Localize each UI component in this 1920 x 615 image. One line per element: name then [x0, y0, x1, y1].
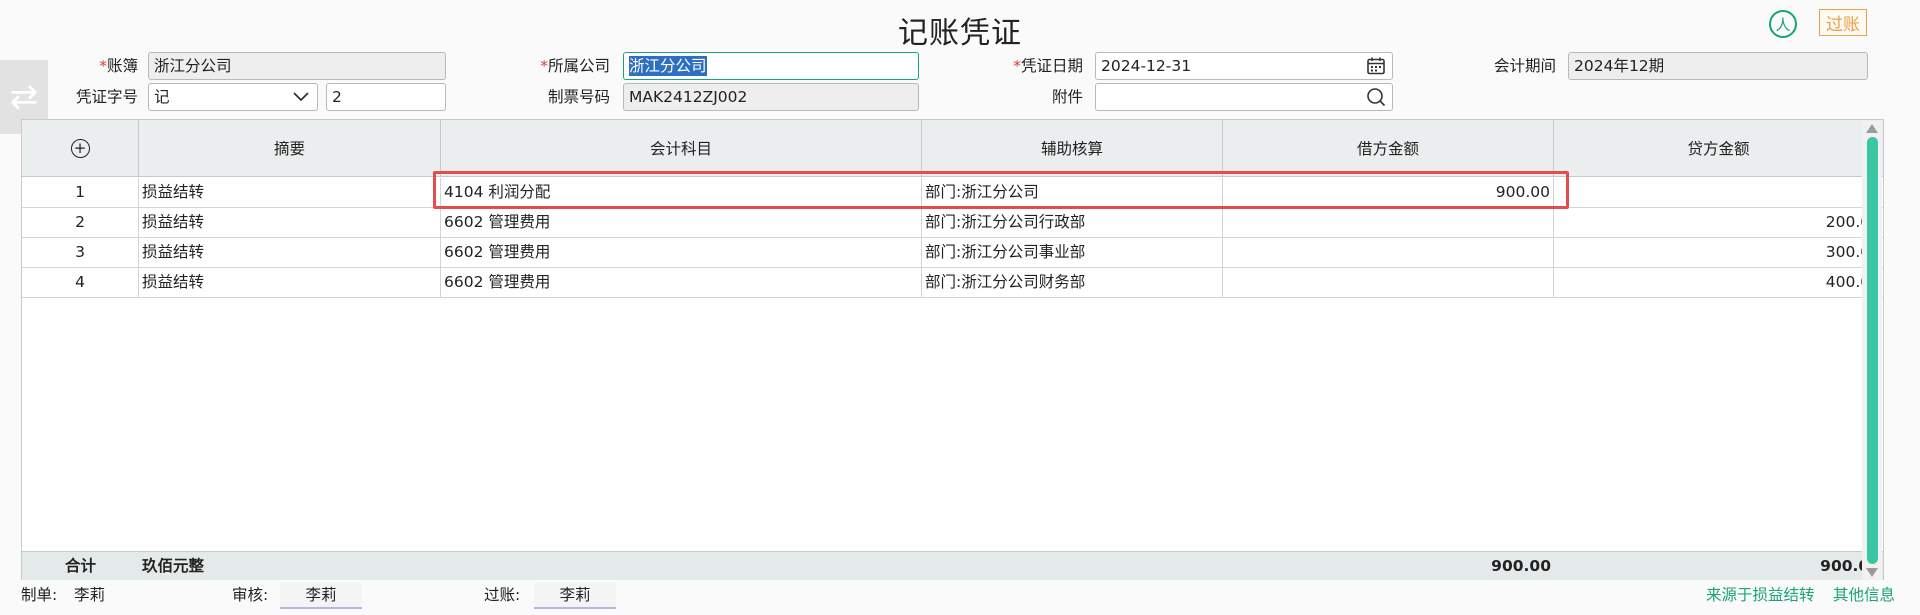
account-cell[interactable]: 6602 管理费用: [441, 208, 922, 238]
stamp-icon[interactable]: 人: [1769, 10, 1797, 38]
search-icon[interactable]: [1366, 87, 1386, 107]
maker-name: 李莉: [74, 586, 106, 604]
reviewer-label: 审核:: [232, 586, 269, 604]
header-debit: 借方金额: [1223, 120, 1554, 176]
poster-label: 过账:: [484, 586, 521, 604]
voucher-word-select[interactable]: 记: [148, 83, 318, 111]
total-label: 合计: [64, 557, 96, 575]
scroll-up-icon[interactable]: [1866, 124, 1878, 133]
add-row-icon[interactable]: +: [70, 138, 90, 158]
source-link[interactable]: 来源于损益结转: [1706, 584, 1815, 606]
row-number: 4: [22, 268, 139, 298]
total-credit: 900.00: [1820, 557, 1880, 575]
summary-cell[interactable]: 损益结转: [139, 238, 441, 268]
debit-cell[interactable]: [1223, 268, 1554, 298]
reviewer-field[interactable]: 李莉: [280, 583, 362, 609]
ledger-label: *账簿: [99, 57, 138, 75]
voucher-page: ⇄ 记账凭证 人 过账 *账簿 浙江分公司 *所属公司 浙江分公司 *凭证日期 …: [0, 0, 1920, 615]
credit-cell[interactable]: 400.00: [1554, 268, 1883, 298]
summary-cell[interactable]: 损益结转: [139, 208, 441, 238]
attachment-label: 附件: [1051, 88, 1083, 106]
row-number: 1: [22, 178, 139, 208]
aux-cell[interactable]: 部门:浙江分公司行政部: [922, 208, 1223, 238]
header-summary: 摘要: [139, 120, 441, 176]
ledger-field[interactable]: 浙江分公司: [148, 52, 446, 80]
company-field[interactable]: 浙江分公司: [623, 52, 919, 80]
header-account: 会计科目: [441, 120, 922, 176]
poster-field[interactable]: 李莉: [534, 583, 616, 609]
table-header: + 摘要 会计科目 辅助核算 借方金额 贷方金额: [22, 120, 1883, 177]
period-field[interactable]: 2024年12期: [1568, 52, 1868, 80]
page-title: 记账凭证: [898, 16, 1022, 51]
total-amount-words: 玖佰元整: [142, 557, 205, 575]
debit-cell[interactable]: 900.00: [1223, 178, 1554, 208]
other-info-link[interactable]: 其他信息: [1833, 584, 1895, 606]
table-row[interactable]: 1 损益结转 4104 利润分配 部门:浙江分公司 900.00: [22, 178, 1883, 208]
total-row: 合计 玖佰元整 900.00 900.00: [22, 551, 1883, 580]
voucher-number-field[interactable]: 2: [326, 83, 446, 111]
account-cell[interactable]: 4104 利润分配: [441, 178, 922, 208]
attachment-field[interactable]: [1095, 83, 1393, 111]
credit-cell[interactable]: 200.00: [1554, 208, 1883, 238]
scroll-down-icon[interactable]: [1866, 568, 1878, 577]
chevron-down-icon[interactable]: [291, 87, 311, 107]
period-label: 会计期间: [1493, 57, 1556, 75]
vertical-scrollbar[interactable]: [1862, 121, 1882, 580]
debit-cell[interactable]: [1223, 208, 1554, 238]
aux-cell[interactable]: 部门:浙江分公司财务部: [922, 268, 1223, 298]
maker-label: 制单:: [21, 586, 58, 604]
table-row[interactable]: 3 损益结转 6602 管理费用 部门:浙江分公司事业部 300.00: [22, 238, 1883, 268]
credit-cell[interactable]: 300.00: [1554, 238, 1883, 268]
header-aux: 辅助核算: [922, 120, 1223, 176]
aux-cell[interactable]: 部门:浙江分公司: [922, 178, 1223, 208]
voucher-table: + 摘要 会计科目 辅助核算 借方金额 贷方金额 1 损益结转 4104 利润分…: [21, 119, 1884, 580]
voucher-date-field[interactable]: 2024-12-31: [1095, 52, 1393, 80]
total-debit: 900.00: [1491, 557, 1551, 575]
company-label: *所属公司: [540, 57, 610, 75]
aux-cell[interactable]: 部门:浙江分公司事业部: [922, 238, 1223, 268]
header-credit: 贷方金额: [1687, 140, 1750, 158]
credit-cell[interactable]: [1554, 178, 1883, 208]
summary-cell[interactable]: 损益结转: [139, 268, 441, 298]
summary-cell[interactable]: 损益结转: [139, 178, 441, 208]
account-cell[interactable]: 6602 管理费用: [441, 238, 922, 268]
table-row[interactable]: 2 损益结转 6602 管理费用 部门:浙江分公司行政部 200.00: [22, 208, 1883, 238]
table-row[interactable]: 4 损益结转 6602 管理费用 部门:浙江分公司财务部 400.00: [22, 268, 1883, 298]
ticket-no-label: 制票号码: [547, 88, 610, 106]
debit-cell[interactable]: [1223, 238, 1554, 268]
row-number: 3: [22, 238, 139, 268]
scroll-thumb[interactable]: [1867, 137, 1878, 564]
add-row-cell[interactable]: +: [22, 120, 139, 176]
posted-badge[interactable]: 过账: [1819, 9, 1867, 36]
calendar-icon[interactable]: [1366, 56, 1386, 76]
voucher-word-label: 凭证字号: [75, 88, 138, 106]
row-number: 2: [22, 208, 139, 238]
voucher-date-label: *凭证日期: [1013, 57, 1083, 75]
account-cell[interactable]: 6602 管理费用: [441, 268, 922, 298]
ticket-no-field[interactable]: MAK2412ZJ002: [623, 83, 919, 111]
